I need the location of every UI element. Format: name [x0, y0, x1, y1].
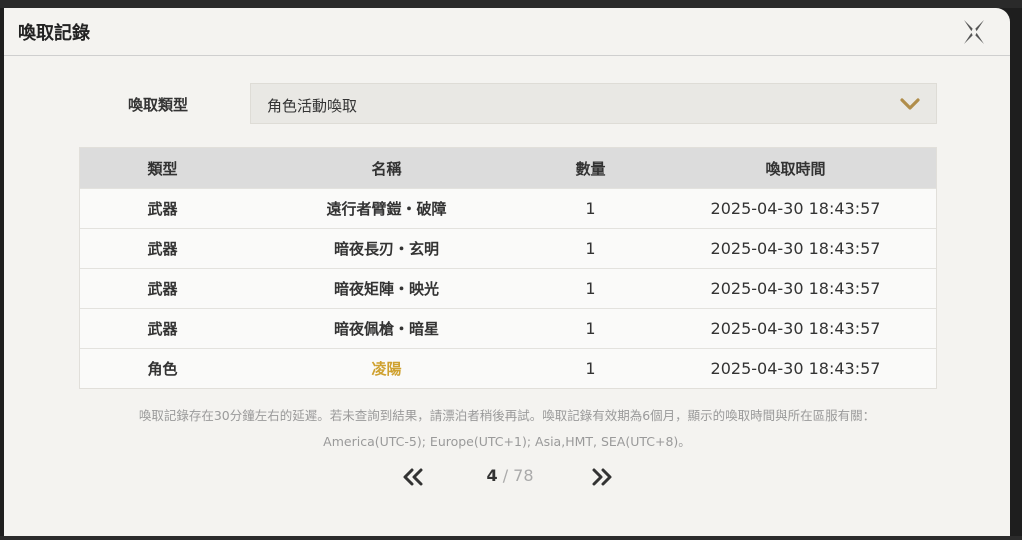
close-button[interactable] [956, 14, 992, 50]
gacha-history-dialog: 喚取記錄 喚取類型 角色活動喚取 類型 名稱 數量 喚取時間 武器 遠行者臂鎧・… [4, 8, 1010, 536]
double-chevron-left-icon [403, 468, 423, 486]
chevron-down-icon [900, 98, 920, 110]
cell-time: 2025-04-30 18:43:57 [710, 239, 881, 258]
background-strip-top [0, 0, 1022, 8]
table-row: 武器 暗夜矩陣・映光 1 2025-04-30 18:43:57 [80, 268, 936, 308]
header-divider [4, 55, 1010, 56]
previous-page-button[interactable] [401, 467, 425, 487]
pagination: 4 / 78 [4, 463, 1010, 491]
column-header-quantity: 數量 [575, 159, 606, 178]
current-page: 4 [486, 466, 498, 485]
cell-type: 武器 [147, 320, 178, 338]
background-strip-bottom [0, 536, 1022, 540]
gacha-type-select[interactable]: 角色活動喚取 [250, 83, 937, 124]
history-table: 類型 名稱 數量 喚取時間 武器 遠行者臂鎧・破障 1 2025-04-30 1… [79, 147, 937, 389]
cell-time: 2025-04-30 18:43:57 [710, 319, 881, 338]
page-indicator: 4 / 78 [460, 466, 560, 485]
cell-type: 武器 [147, 280, 178, 298]
cell-name: 遠行者臂鎧・破障 [326, 200, 447, 218]
table-row: 武器 遠行者臂鎧・破障 1 2025-04-30 18:43:57 [80, 188, 936, 228]
cell-name: 暗夜長刃・玄明 [333, 240, 439, 258]
close-icon [964, 20, 984, 44]
table-header: 類型 名稱 數量 喚取時間 [80, 148, 936, 188]
column-header-type: 類型 [147, 159, 178, 178]
delay-notice-line-2: America(UTC-5); Europe(UTC+1); Asia,HMT,… [323, 434, 691, 449]
cell-quantity: 1 [585, 199, 596, 218]
gacha-type-selected: 角色活動喚取 [267, 97, 358, 115]
total-pages: 78 [513, 466, 534, 485]
dialog-title: 喚取記錄 [18, 23, 90, 44]
cell-time: 2025-04-30 18:43:57 [710, 279, 881, 298]
cell-name: 暗夜矩陣・映光 [333, 280, 439, 298]
cell-quantity: 1 [585, 279, 596, 298]
cell-type: 武器 [147, 200, 178, 218]
cell-name: 暗夜佩槍・暗星 [333, 320, 439, 338]
table-row: 武器 暗夜長刃・玄明 1 2025-04-30 18:43:57 [80, 228, 936, 268]
dialog-header: 喚取記錄 [4, 8, 1010, 56]
cell-time: 2025-04-30 18:43:57 [710, 359, 881, 378]
cell-name-highlight: 凌陽 [371, 360, 402, 378]
next-page-button[interactable] [590, 467, 614, 487]
table-row: 角色 凌陽 1 2025-04-30 18:43:57 [80, 348, 936, 388]
cell-quantity: 1 [585, 359, 596, 378]
cell-type: 角色 [147, 360, 178, 378]
table-row: 武器 暗夜佩槍・暗星 1 2025-04-30 18:43:57 [80, 308, 936, 348]
delay-notice: 喚取記錄存在30分鐘左右的延遲。若未查詢到結果，請漂泊者稍後再試。喚取記錄有效期… [4, 403, 1010, 455]
page-separator: / [497, 466, 514, 485]
delay-notice-line-1: 喚取記錄存在30分鐘左右的延遲。若未查詢到結果，請漂泊者稍後再試。喚取記錄有效期… [138, 408, 876, 423]
cell-quantity: 1 [585, 239, 596, 258]
double-chevron-right-icon [592, 468, 612, 486]
cell-type: 武器 [147, 240, 178, 258]
column-header-time: 喚取時間 [765, 159, 826, 178]
filter-label: 喚取類型 [128, 96, 189, 114]
column-header-name: 名稱 [371, 159, 402, 178]
cell-time: 2025-04-30 18:43:57 [710, 199, 881, 218]
cell-quantity: 1 [585, 319, 596, 338]
